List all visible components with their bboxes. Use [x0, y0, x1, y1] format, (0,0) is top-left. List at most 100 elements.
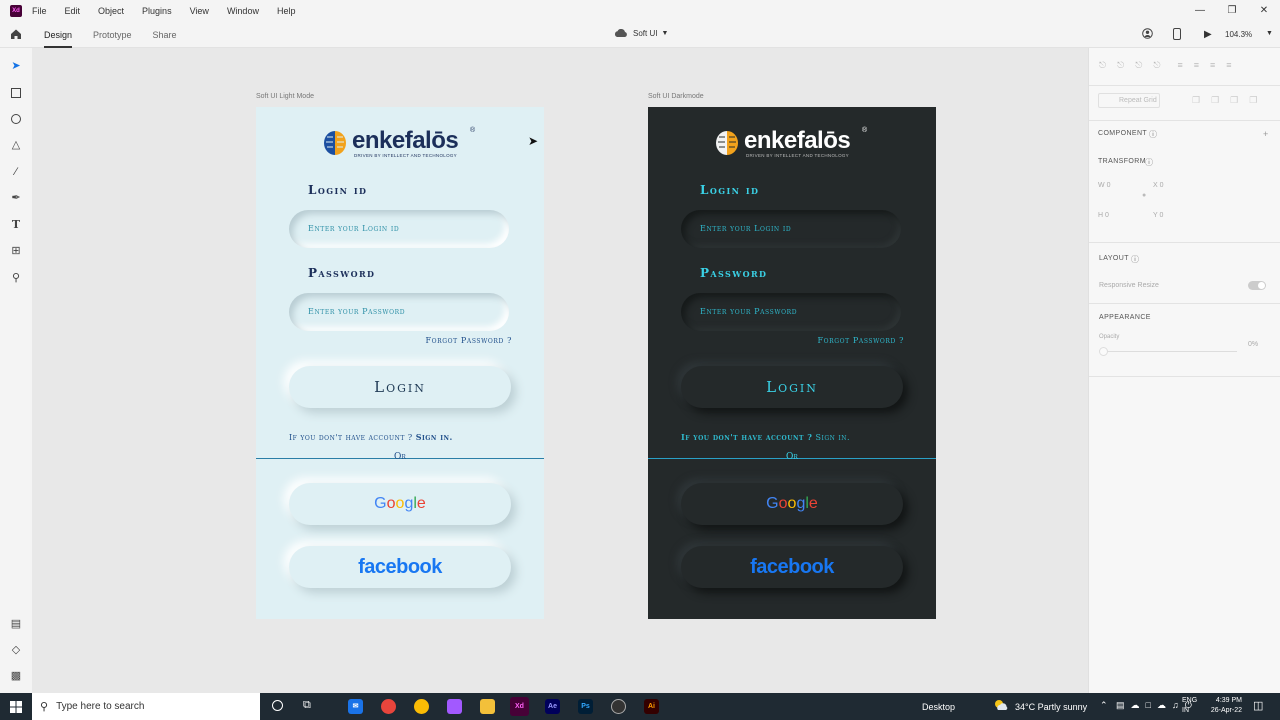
- menu-object[interactable]: Object: [98, 6, 124, 16]
- menu-plugins[interactable]: Plugins: [142, 6, 172, 16]
- login-button-dark[interactable]: Login: [681, 366, 903, 408]
- app-icon[interactable]: [611, 699, 626, 714]
- windows-start-icon[interactable]: [10, 701, 22, 713]
- minimize-icon[interactable]: —: [1184, 0, 1216, 22]
- tab-design[interactable]: Design: [44, 30, 73, 48]
- select-tool-icon[interactable]: ➤: [9, 59, 23, 73]
- menu-view[interactable]: View: [190, 6, 209, 16]
- zoom-chevron-icon[interactable]: ▼: [1266, 30, 1273, 37]
- component-heading: COMPONENT: [1098, 130, 1148, 137]
- info-icon[interactable]: ⓘ: [1145, 157, 1153, 168]
- distribute-vertical-icon[interactable]: ⎋: [1153, 60, 1160, 71]
- height-field[interactable]: H 0: [1098, 212, 1109, 219]
- login-button[interactable]: Login: [289, 366, 511, 408]
- boolean-exclude-icon[interactable]: ❐: [1249, 95, 1257, 106]
- language-indicator[interactable]: ENG IN: [1182, 696, 1197, 716]
- artboard-label-light[interactable]: Soft UI Light Mode: [256, 93, 314, 100]
- play-icon[interactable]: ▶: [1204, 29, 1212, 40]
- rectangle-tool-icon[interactable]: [9, 86, 23, 100]
- desktop-toolbar[interactable]: Desktop: [922, 702, 955, 712]
- opacity-value[interactable]: 0%: [1248, 341, 1258, 348]
- menu-window[interactable]: Window: [227, 6, 259, 16]
- info-icon[interactable]: ⓘ: [1149, 129, 1157, 140]
- login-id-input[interactable]: Enter your Login id: [289, 210, 509, 248]
- taskbar-search[interactable]: ⚲ Type here to search: [32, 693, 260, 720]
- google-login-button[interactable]: Google: [289, 483, 511, 525]
- opacity-slider-track[interactable]: [1103, 351, 1237, 352]
- assets-icon[interactable]: ▤: [9, 617, 23, 631]
- plugins-icon[interactable]: ▩: [9, 669, 23, 683]
- forgot-password-link-dark[interactable]: Forgot Password ?: [817, 336, 904, 345]
- facebook-login-button[interactable]: facebook: [289, 546, 511, 588]
- cortana-icon[interactable]: [272, 700, 283, 711]
- chrome-profile-icon[interactable]: [414, 699, 429, 714]
- responsive-resize-toggle[interactable]: [1248, 281, 1266, 290]
- task-view-icon[interactable]: ⧉: [303, 699, 311, 712]
- weather-text[interactable]: 34°C Partly sunny: [1015, 702, 1087, 712]
- align-top-icon[interactable]: ⎋: [1099, 60, 1106, 71]
- signin-prompt-dark: If you don't have account ? Sign in.: [681, 432, 850, 442]
- line-tool-icon[interactable]: ∕: [9, 165, 23, 179]
- password-input-dark[interactable]: Enter your Password: [681, 293, 901, 331]
- boolean-subtract-icon[interactable]: ❐: [1211, 95, 1219, 106]
- after-effects-icon[interactable]: Ae: [545, 699, 560, 714]
- artboard-label-dark[interactable]: Soft UI Darkmode: [648, 93, 704, 100]
- opacity-slider-handle[interactable]: [1099, 347, 1108, 356]
- signin-link[interactable]: Sign in.: [815, 433, 850, 442]
- xd-taskbar-icon[interactable]: Xd: [510, 697, 529, 716]
- layers-icon[interactable]: ◇: [9, 643, 23, 657]
- password-input[interactable]: Enter your Password: [289, 293, 509, 331]
- text-tool-icon[interactable]: T: [9, 218, 23, 232]
- zoom-tool-icon[interactable]: ⚲: [9, 271, 23, 285]
- y-field[interactable]: Y 0: [1153, 212, 1163, 219]
- boolean-add-icon[interactable]: ❐: [1192, 95, 1200, 106]
- mail-icon[interactable]: ✉: [348, 699, 363, 714]
- user-icon[interactable]: [1142, 28, 1153, 39]
- file-explorer-icon[interactable]: [480, 699, 495, 714]
- login-id-input-dark[interactable]: Enter your Login id: [681, 210, 901, 248]
- artboard-dark[interactable]: enkefalōs ® DRIVEN BY INTELLECT AND TECH…: [648, 107, 936, 619]
- photoshop-icon[interactable]: Ps: [578, 699, 593, 714]
- home-icon[interactable]: [10, 28, 22, 40]
- tab-share[interactable]: Share: [153, 30, 177, 40]
- info-icon[interactable]: ⓘ: [1131, 254, 1139, 265]
- polygon-tool-icon[interactable]: △: [9, 138, 23, 152]
- menu-help[interactable]: Help: [277, 6, 296, 16]
- facebook-login-button-dark[interactable]: facebook: [681, 546, 903, 588]
- design-canvas[interactable]: Soft UI Light Mode Soft UI Darkmode enke…: [32, 48, 1088, 693]
- align-middle-icon[interactable]: ⎋: [1117, 60, 1124, 71]
- restore-icon[interactable]: ❐: [1216, 0, 1248, 22]
- distribute-horizontal-icon[interactable]: ≡: [1226, 60, 1231, 71]
- signin-link[interactable]: Sign in.: [416, 432, 453, 442]
- align-left-icon[interactable]: ≡: [1178, 60, 1183, 71]
- tab-prototype[interactable]: Prototype: [93, 30, 132, 40]
- align-center-icon[interactable]: ≡: [1194, 60, 1199, 71]
- add-component-icon[interactable]: +: [1263, 129, 1268, 139]
- width-field[interactable]: W 0: [1098, 182, 1110, 189]
- tray-chevron-icon[interactable]: ⌃: [1100, 700, 1108, 711]
- close-icon[interactable]: ✕: [1248, 0, 1280, 22]
- pen-tool-icon[interactable]: ✒: [9, 191, 23, 205]
- chrome-icon[interactable]: [381, 699, 396, 714]
- clock[interactable]: 4:39 PM 26-Apr-22: [1204, 696, 1242, 716]
- boolean-intersect-icon[interactable]: ❐: [1230, 95, 1238, 106]
- menu-edit[interactable]: Edit: [65, 6, 81, 16]
- zoom-level[interactable]: 104.3%: [1225, 30, 1252, 39]
- google-login-button-dark[interactable]: Google: [681, 483, 903, 525]
- align-toolbar: ⎋ ⎋ ⎋ ⎋ ≡ ≡ ≡ ≡: [1099, 60, 1232, 71]
- lock-icon[interactable]: ●: [1142, 192, 1146, 199]
- notifications-icon[interactable]: ◫: [1253, 699, 1263, 712]
- illustrator-icon[interactable]: Ai: [644, 699, 659, 714]
- document-title[interactable]: Soft UI ▼: [614, 29, 668, 38]
- x-field[interactable]: X 0: [1153, 182, 1164, 189]
- repeat-grid-button[interactable]: Repeat Grid: [1098, 93, 1160, 108]
- align-bottom-icon[interactable]: ⎋: [1135, 60, 1142, 71]
- menu-file[interactable]: File: [32, 6, 47, 16]
- artboard-tool-icon[interactable]: ⊞: [9, 244, 23, 258]
- artboard-light[interactable]: enkefalōs ® DRIVEN BY INTELLECT AND TECH…: [256, 107, 544, 619]
- device-preview-icon[interactable]: [1173, 28, 1181, 40]
- forgot-password-link[interactable]: Forgot Password ?: [425, 336, 512, 345]
- figma-icon[interactable]: [447, 699, 462, 714]
- align-right-icon[interactable]: ≡: [1210, 60, 1215, 71]
- ellipse-tool-icon[interactable]: [9, 112, 23, 126]
